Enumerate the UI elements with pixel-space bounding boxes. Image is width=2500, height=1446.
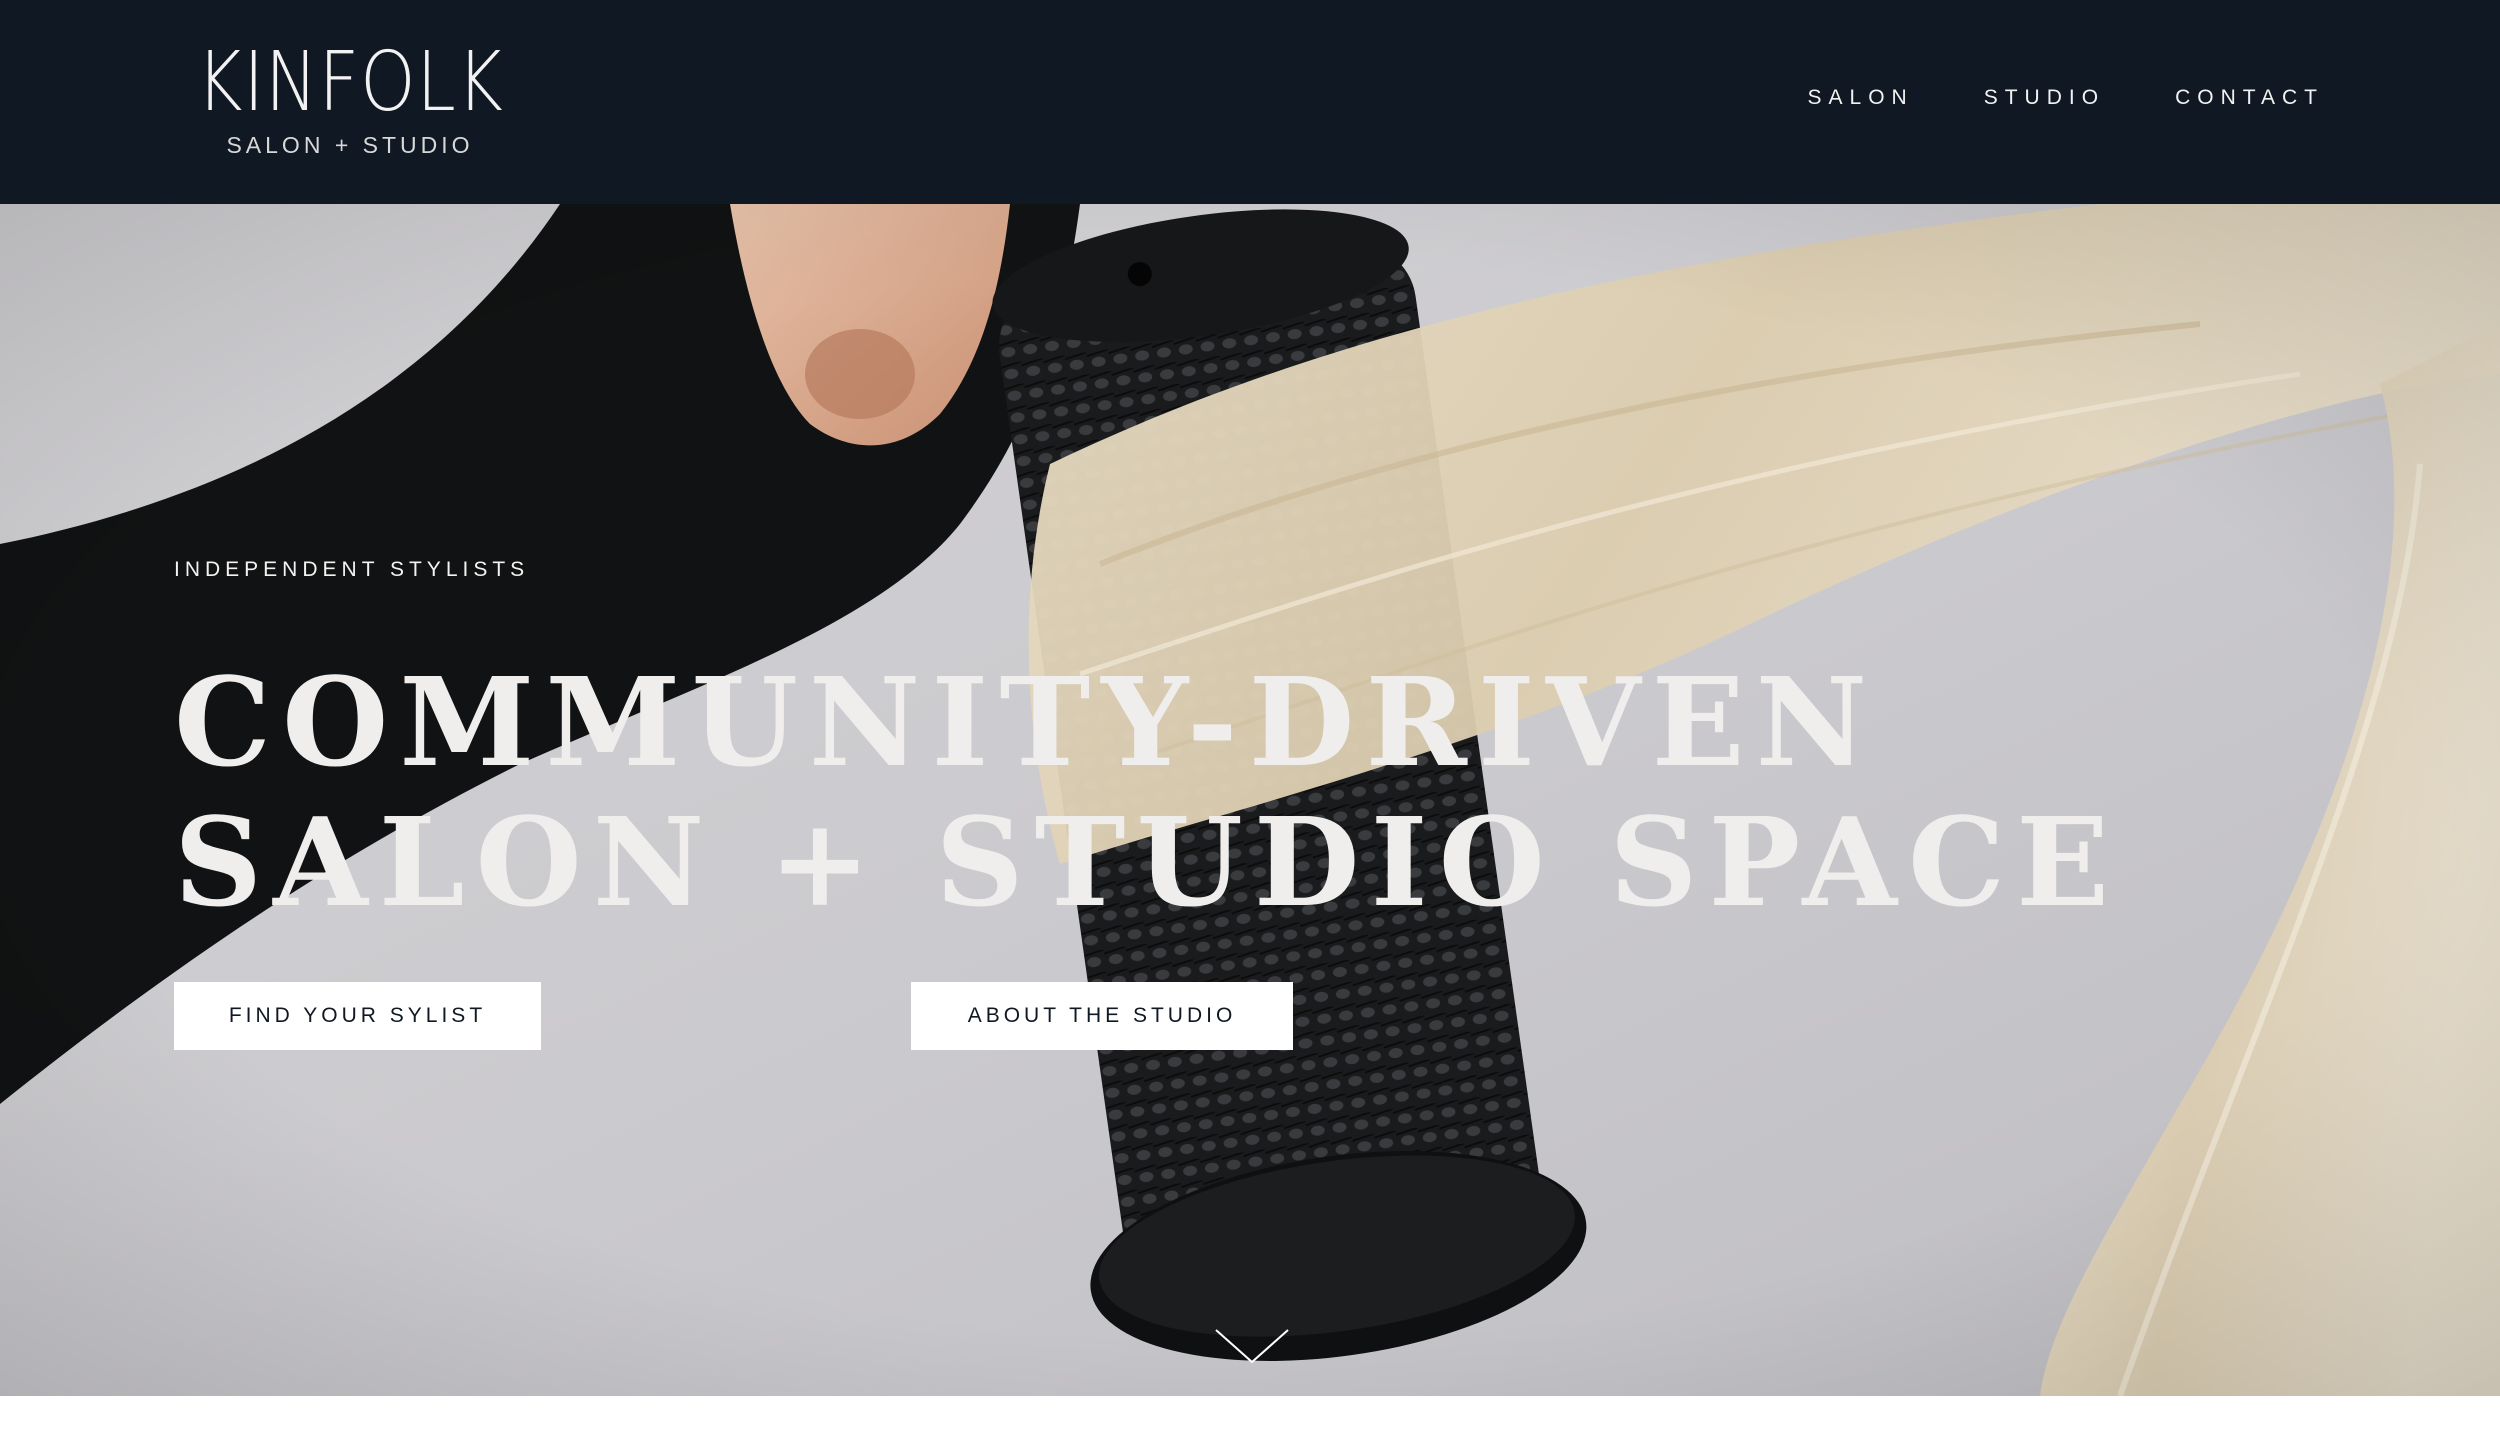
hero-headline-line-2: SALON + STUDIO SPACE: [174, 790, 2121, 934]
site-header: KINFOLK SALON + STUDIO SALON STUDIO CONT…: [0, 0, 2500, 204]
find-your-stylist-button[interactable]: FIND YOUR SYLIST: [174, 982, 541, 1050]
nav-item-contact[interactable]: CONTACT: [2175, 86, 2324, 110]
hero-section: INDEPENDENT STYLISTS COMMUNITY-DRIVEN SA…: [0, 204, 2500, 1396]
about-the-studio-button[interactable]: ABOUT THE STUDIO: [911, 982, 1293, 1050]
main-nav: SALON STUDIO CONTACT: [1808, 86, 2324, 110]
chevron-down-icon[interactable]: [1214, 1328, 1290, 1366]
hero-copy: INDEPENDENT STYLISTS COMMUNITY-DRIVEN SA…: [174, 558, 2120, 932]
hero-headline: COMMUNITY-DRIVEN SALON + STUDIO SPACE: [174, 652, 2120, 932]
logo[interactable]: KINFOLK SALON + STUDIO: [150, 38, 550, 159]
logo-wordmark: KINFOLK: [196, 35, 504, 130]
hero-headline-line-1: COMMUNITY-DRIVEN: [174, 650, 1879, 794]
nav-item-salon[interactable]: SALON: [1808, 86, 1914, 110]
hero-eyebrow: INDEPENDENT STYLISTS: [174, 558, 530, 581]
nav-item-studio[interactable]: STUDIO: [1984, 86, 2105, 110]
logo-tagline: SALON + STUDIO: [226, 132, 474, 158]
below-fold-section: [0, 1396, 2500, 1446]
